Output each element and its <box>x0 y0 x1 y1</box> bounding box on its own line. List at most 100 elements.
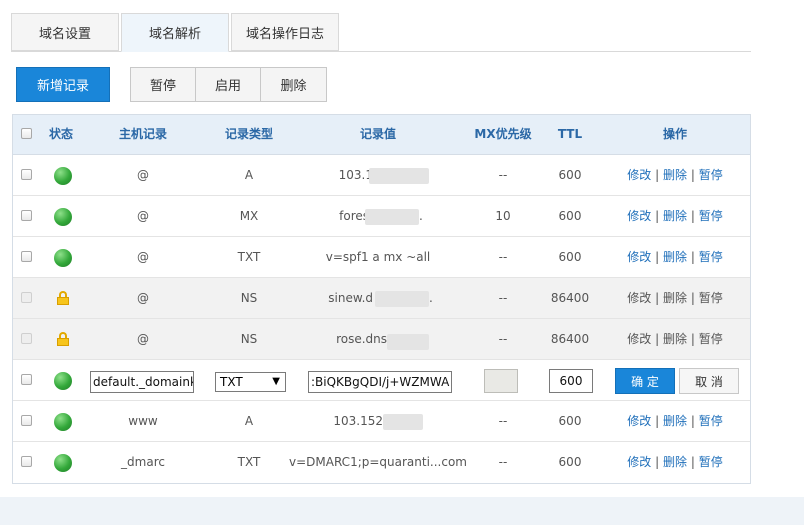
enable-button[interactable]: 启用 <box>196 68 261 101</box>
cell-ttl: 600 <box>558 250 582 264</box>
row-actions: 修改 | 删除 | 暂停 <box>625 442 725 483</box>
edit-link[interactable]: 修改 <box>627 209 651 223</box>
lock-icon <box>57 291 69 305</box>
row-actions-disabled: 修改 | 删除 | 暂停 <box>625 319 725 360</box>
cell-mx: -- <box>498 455 508 469</box>
header-ttl: TTL <box>557 127 583 141</box>
row-checkbox[interactable] <box>21 415 32 426</box>
cell-host: @ <box>137 209 149 223</box>
record-type-select[interactable]: TXT ▼ <box>215 372 286 392</box>
cell-mx: -- <box>498 291 508 305</box>
row-actions: 修改 | 删除 | 暂停 <box>625 196 725 237</box>
row-actions-disabled: 修改 | 删除 | 暂停 <box>625 278 725 319</box>
header-host: 主机记录 <box>118 127 167 141</box>
table-row: @ MX fores . 10 600 修改 | 删除 | 暂停 <box>13 196 750 237</box>
cell-value: sinew.d <box>328 291 373 305</box>
tab-domain-log[interactable]: 域名操作日志 <box>231 13 339 51</box>
separator: | <box>655 209 660 223</box>
redacted-value <box>375 291 429 307</box>
delete-link[interactable]: 删除 <box>663 414 687 428</box>
delete-link[interactable]: 删除 <box>663 455 687 469</box>
edit-link[interactable]: 修改 <box>627 250 651 264</box>
delete-button[interactable]: 删除 <box>261 68 326 101</box>
row-checkbox-disabled <box>21 292 32 303</box>
cell-host: @ <box>137 168 149 182</box>
cell-type: MX <box>239 209 259 223</box>
cell-ttl: 600 <box>558 209 582 223</box>
separator: | <box>655 250 660 264</box>
separator: | <box>655 168 660 182</box>
status-active-icon <box>54 454 72 472</box>
cell-ttl: 600 <box>558 414 582 428</box>
separator: | <box>690 332 695 346</box>
ttl-input[interactable]: 600 <box>549 369 593 393</box>
tab-bar: 域名设置 域名解析 域名操作日志 <box>11 13 751 52</box>
separator: | <box>655 332 660 346</box>
host-record-input[interactable]: default._domaink <box>90 371 194 393</box>
pause-link[interactable]: 暂停 <box>699 168 723 182</box>
dns-records-table: 状态 主机记录 记录类型 记录值 MX优先级 TTL 操作 @ A 103.1 … <box>12 114 751 484</box>
cell-value: 103.1 <box>338 168 373 182</box>
delete-link[interactable]: 删除 <box>663 209 687 223</box>
cell-mx: -- <box>498 168 508 182</box>
pause-link: 暂停 <box>698 332 723 346</box>
add-record-button[interactable]: 新增记录 <box>16 67 110 102</box>
row-checkbox[interactable] <box>21 456 32 467</box>
cell-mx: -- <box>498 332 508 346</box>
tab-domain-resolution[interactable]: 域名解析 <box>121 13 229 52</box>
cell-host: _dmarc <box>121 455 165 469</box>
cell-host: www <box>128 414 158 428</box>
dropdown-arrow-icon: ▼ <box>272 376 280 387</box>
edit-link: 修改 <box>627 291 652 305</box>
header-mx: MX优先级 <box>474 127 532 141</box>
table-row: @ NS sinew.d . -- 86400 修改 | 删除 | 暂停 <box>13 278 750 319</box>
redacted-value <box>387 334 429 350</box>
pause-link[interactable]: 暂停 <box>699 209 723 223</box>
row-checkbox[interactable] <box>21 251 32 262</box>
separator: | <box>690 455 695 469</box>
row-checkbox[interactable] <box>21 374 32 385</box>
status-active-icon <box>54 249 72 267</box>
select-all-checkbox[interactable] <box>21 128 32 139</box>
delete-link: 删除 <box>662 332 687 346</box>
mx-priority-input-disabled <box>484 369 518 393</box>
separator: | <box>690 168 695 182</box>
redacted-value <box>365 209 419 225</box>
pause-button[interactable]: 暂停 <box>131 68 196 101</box>
status-active-icon <box>54 208 72 226</box>
cell-type: NS <box>240 332 258 346</box>
pause-link[interactable]: 暂停 <box>699 455 723 469</box>
separator: | <box>690 250 695 264</box>
edit-link[interactable]: 修改 <box>627 168 651 182</box>
row-checkbox[interactable] <box>21 210 32 221</box>
pause-link[interactable]: 暂停 <box>699 250 723 264</box>
confirm-button[interactable]: 确 定 <box>615 368 675 394</box>
separator: | <box>655 291 660 305</box>
cell-value: v=spf1 a mx ~all <box>325 250 431 264</box>
cancel-button[interactable]: 取 消 <box>679 368 739 394</box>
delete-link[interactable]: 删除 <box>663 250 687 264</box>
status-active-icon <box>54 167 72 185</box>
status-active-icon <box>54 413 72 431</box>
table-row: @ TXT v=spf1 a mx ~all -- 600 修改 | 删除 | … <box>13 237 750 278</box>
delete-link[interactable]: 删除 <box>663 168 687 182</box>
row-actions: 修改 | 删除 | 暂停 <box>625 155 725 196</box>
edit-link[interactable]: 修改 <box>627 455 651 469</box>
header-value: 记录值 <box>359 127 396 141</box>
cell-value-suffix: . <box>429 291 433 305</box>
cell-host: @ <box>137 291 149 305</box>
header-ops: 操作 <box>662 127 687 141</box>
edit-link[interactable]: 修改 <box>627 414 651 428</box>
tab-domain-settings[interactable]: 域名设置 <box>11 13 119 51</box>
cell-value: v=DMARC1;p=quaranti...com <box>288 455 467 469</box>
cell-value: fores <box>339 209 369 223</box>
cell-value-suffix: . <box>419 209 423 223</box>
cell-type: TXT <box>237 250 261 264</box>
separator: | <box>655 455 660 469</box>
record-action-group: 暂停 启用 删除 <box>130 67 327 102</box>
cell-type: A <box>244 168 254 182</box>
row-checkbox[interactable] <box>21 169 32 180</box>
pause-link[interactable]: 暂停 <box>699 414 723 428</box>
record-value-input[interactable]: :BiQKBgQDI/j+WZMWA <box>308 371 452 393</box>
separator: | <box>690 414 695 428</box>
